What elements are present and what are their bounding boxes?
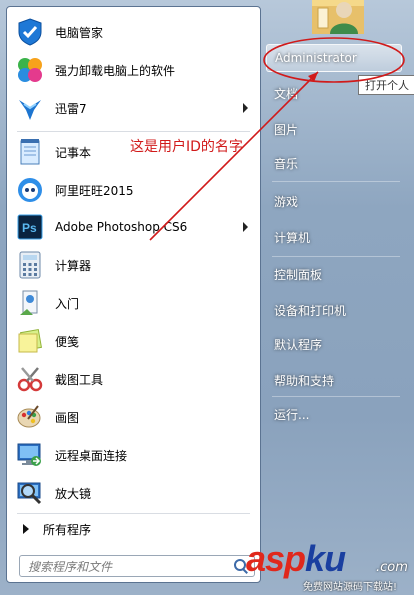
program-item-label: 画图 [55,410,80,425]
control-panel-label: 控制面板 [274,267,323,282]
programs-pane: 电脑管家 强力卸载电脑上的软件 迅雷7 记事本 阿里旺旺2015 Ps Adob… [6,6,261,583]
wangwang-icon [15,175,45,205]
program-item-label: 放大镜 [55,486,92,501]
pictures-item[interactable]: 图片 [266,115,402,143]
magnifier-icon [15,478,45,508]
paint-palette-icon [15,402,45,432]
divider [17,131,250,132]
music-label: 音乐 [274,156,299,171]
divider [272,396,400,397]
default-programs-label: 默认程序 [274,337,323,352]
watermark-logo: aspku [246,538,346,579]
svg-text:Ps: Ps [22,221,37,235]
sticky-note-icon [15,326,45,356]
program-item-getting-started[interactable]: 入门 [11,286,256,320]
start-menu: 电脑管家 强力卸载电脑上的软件 迅雷7 记事本 阿里旺旺2015 Ps Adob… [0,0,414,595]
notepad-icon [15,137,45,167]
all-programs-button[interactable]: 所有程序 [11,517,256,541]
annotation-label: 这是用户ID的名字 [130,139,243,155]
program-item-label: 截图工具 [55,372,104,387]
all-programs-label: 所有程序 [43,522,92,537]
program-item-label: 入门 [55,296,80,311]
run-item[interactable]: 运行... [266,400,402,428]
submenu-arrow-icon[interactable] [243,222,248,232]
pinwheel-icon [15,55,45,85]
divider [272,256,400,257]
program-item-remote-desktop[interactable]: 远程桌面连接 [11,438,256,472]
calculator-icon [15,250,45,280]
help-support-label: 帮助和支持 [274,373,335,388]
pictures-label: 图片 [274,122,299,137]
getting-started-icon [15,288,45,318]
program-item-label: 远程桌面连接 [55,448,128,463]
tooltip-text: 打开个人 [365,79,409,92]
program-item-label: Adobe Photoshop CS6 [55,220,188,234]
program-item-label: 阿里旺旺2015 [55,183,134,198]
scissors-icon [15,364,45,394]
thunder-bird-icon [15,93,45,123]
program-item-calculator[interactable]: 计算器 [11,248,256,282]
search-box[interactable]: 搜索程序和文件 [19,555,255,577]
run-label: 运行... [274,407,310,422]
submenu-arrow-icon[interactable] [243,103,248,113]
user-folder-item[interactable]: Administrator [266,44,402,72]
photoshop-icon: Ps [15,212,45,242]
user-avatar[interactable] [312,0,364,34]
program-item-label: 计算器 [55,258,92,273]
program-item-aliwangwang[interactable]: 阿里旺旺2015 [11,173,256,207]
games-label: 游戏 [274,194,299,209]
help-support-item[interactable]: 帮助和支持 [266,366,402,394]
divider [272,181,400,182]
program-item-label: 强力卸载电脑上的软件 [55,63,176,78]
program-item-xunlei[interactable]: 迅雷7 [11,91,256,125]
search-input[interactable]: 搜索程序和文件 [20,558,232,575]
computer-label: 计算机 [274,230,311,245]
computer-item[interactable]: 计算机 [266,223,402,251]
watermark-domain: .com [376,560,408,575]
program-item-paint[interactable]: 画图 [11,400,256,434]
program-item-pc-manager[interactable]: 电脑管家 [11,15,256,49]
program-item-sticky-notes[interactable]: 便笺 [11,324,256,358]
program-item-magnifier[interactable]: 放大镜 [11,476,256,510]
program-item-photoshop[interactable]: Ps Adobe Photoshop CS6 [11,210,256,244]
program-item-label: 电脑管家 [55,25,104,40]
watermark-tagline: 免费网站源码下载站! [303,582,398,593]
user-name-label: Administrator [275,51,357,65]
shield-icon [15,17,45,47]
devices-printers-item[interactable]: 设备和打印机 [266,296,402,324]
tooltip: 打开个人 [358,75,414,95]
expand-arrow-icon [23,524,29,534]
default-programs-item[interactable]: 默认程序 [266,330,402,358]
remote-desktop-icon [15,440,45,470]
program-item-snipping-tool[interactable]: 截图工具 [11,362,256,396]
program-item-label: 便笺 [55,334,80,349]
devices-printers-label: 设备和打印机 [274,303,347,318]
program-item-uninstaller[interactable]: 强力卸载电脑上的软件 [11,53,256,87]
control-panel-item[interactable]: 控制面板 [266,260,402,288]
program-item-label: 记事本 [55,145,92,160]
games-item[interactable]: 游戏 [266,187,402,215]
divider [17,513,250,514]
music-item[interactable]: 音乐 [266,149,402,177]
documents-label: 文档 [274,86,299,101]
program-item-label: 迅雷7 [55,101,87,116]
